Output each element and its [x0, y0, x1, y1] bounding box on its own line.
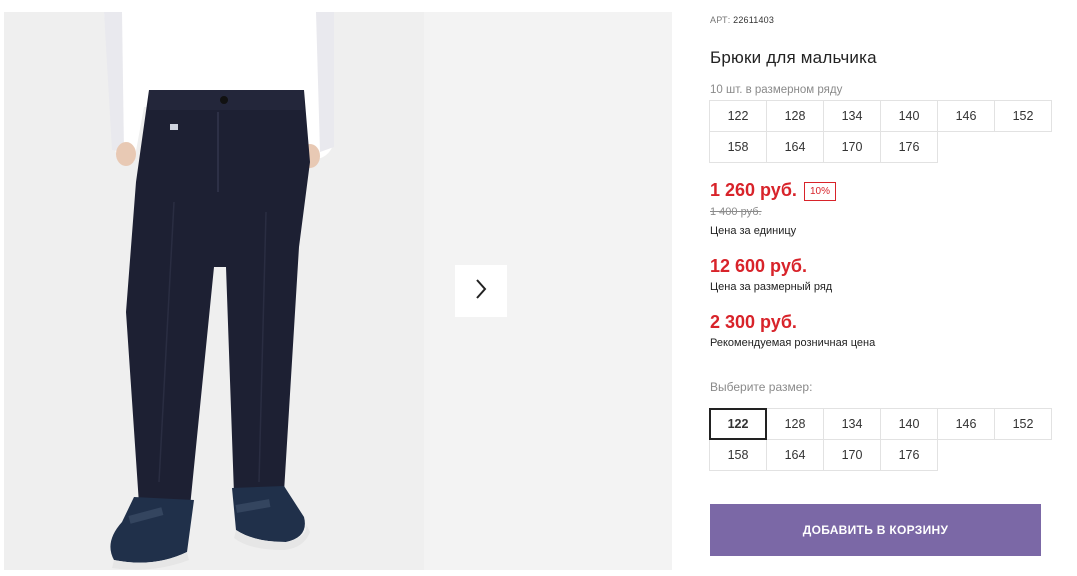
size-option[interactable]: 146: [937, 408, 995, 440]
product-photo-illustration: [4, 12, 424, 570]
size-range-cell: 128: [766, 100, 824, 132]
pack-info: 10 шт. в размерном ряду: [710, 84, 843, 96]
retail-price-label: Рекомендуемая розничная цена: [710, 337, 876, 349]
size-option[interactable]: 134: [823, 408, 881, 440]
size-range-cell: 146: [937, 100, 995, 132]
product-title: Брюки для мальчика: [710, 48, 877, 67]
range-price-label: Цена за размерный ряд: [710, 281, 833, 293]
sku: АРТ: 22611403: [710, 15, 774, 25]
size-range-cell: 152: [994, 100, 1052, 132]
range-price: 12 600 руб.: [710, 256, 807, 276]
size-range-cell: 164: [766, 131, 824, 163]
size-option[interactable]: 164: [766, 439, 824, 471]
size-range-cell: 170: [823, 131, 881, 163]
old-price: 1 400 руб.: [710, 206, 762, 218]
size-option[interactable]: 170: [823, 439, 881, 471]
unit-price-label: Цена за единицу: [710, 225, 797, 237]
sku-label: АРТ:: [710, 15, 731, 25]
size-range-grid: 122 128 134 140 146 152 158 164 170 176: [709, 100, 1052, 163]
sku-value: 22611403: [733, 15, 775, 25]
add-to-cart-button[interactable]: ДОБАВИТЬ В КОРЗИНУ: [710, 504, 1041, 556]
product-gallery: [4, 12, 672, 570]
size-option[interactable]: 128: [766, 408, 824, 440]
size-range-cell: 176: [880, 131, 938, 163]
size-option[interactable]: 140: [880, 408, 938, 440]
chevron-right-icon: [474, 278, 488, 305]
size-range-cell: 158: [709, 131, 767, 163]
size-select-grid: 122 128 134 140 146 152 158 164 170 176: [709, 408, 1052, 471]
size-range-cell: 134: [823, 100, 881, 132]
size-option[interactable]: 176: [880, 439, 938, 471]
size-option[interactable]: 152: [994, 408, 1052, 440]
choose-size-label: Выберите размер:: [710, 380, 813, 394]
size-range-cell: 140: [880, 100, 938, 132]
size-option-selected[interactable]: 122: [709, 408, 767, 440]
product-photo: [4, 12, 424, 570]
size-range-cell: 122: [709, 100, 767, 132]
unit-price: 1 260 руб.: [710, 180, 797, 200]
discount-badge: 10%: [804, 182, 837, 201]
size-option[interactable]: 158: [709, 439, 767, 471]
retail-price: 2 300 руб.: [710, 312, 797, 332]
gallery-next-button[interactable]: [455, 265, 507, 317]
